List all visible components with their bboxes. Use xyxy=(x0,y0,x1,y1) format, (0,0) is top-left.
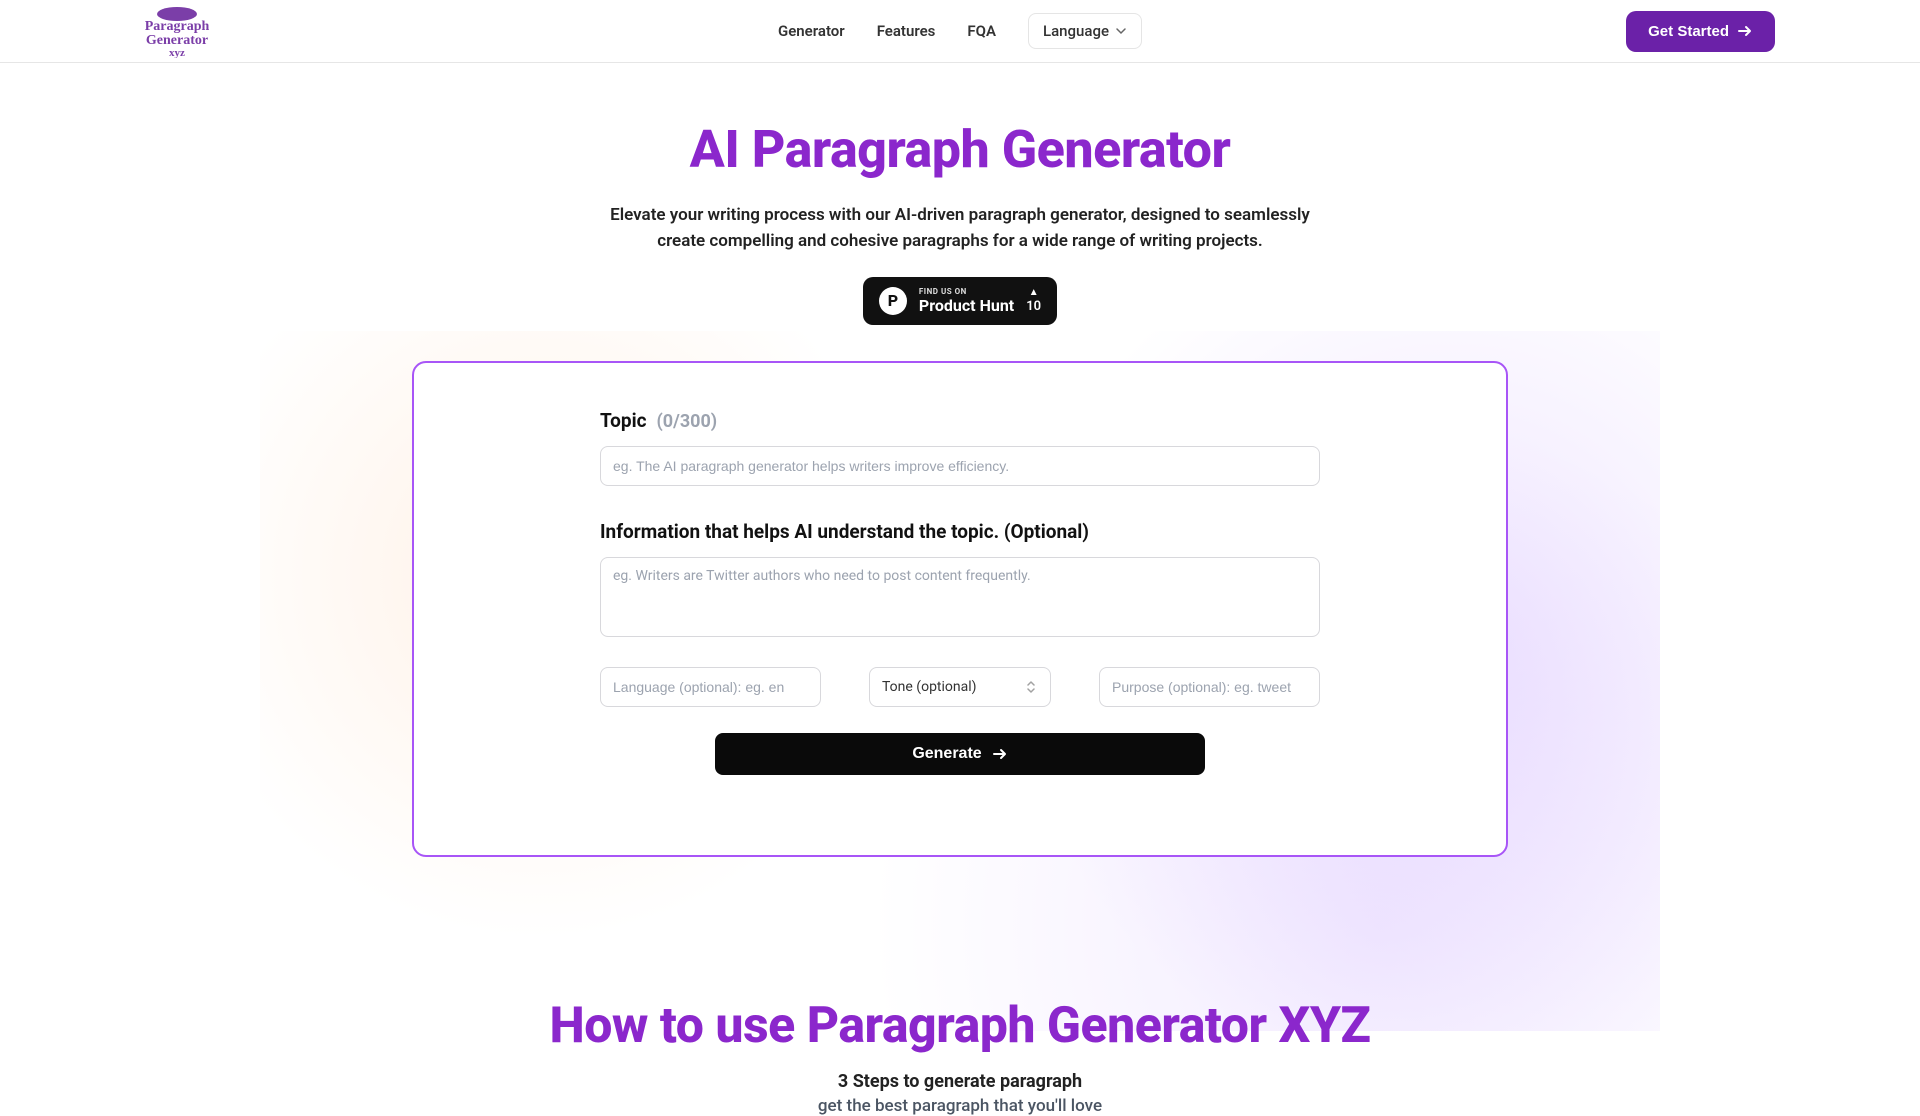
arrow-right-icon xyxy=(1737,23,1753,39)
product-hunt-badge[interactable]: P FIND US ON Product Hunt ▲ 10 xyxy=(863,277,1057,325)
svg-text:xyz: xyz xyxy=(169,47,185,58)
language-input[interactable] xyxy=(600,667,821,707)
options-row: Tone (optional) xyxy=(600,667,1320,707)
language-label: Language xyxy=(1043,22,1109,40)
info-label: Information that helps AI understand the… xyxy=(600,520,1320,543)
logo[interactable]: Paragraph Generator xyz xyxy=(145,4,215,58)
topic-input[interactable] xyxy=(600,446,1320,486)
ph-name: Product Hunt xyxy=(919,298,1014,314)
ph-find-us: FIND US ON xyxy=(919,288,1014,296)
nav-faq[interactable]: FQA xyxy=(967,22,996,40)
generate-button[interactable]: Generate xyxy=(715,733,1205,775)
ph-votes: ▲ 10 xyxy=(1026,288,1041,313)
tone-select-label: Tone (optional) xyxy=(882,679,977,695)
howto-sub1: 3 Steps to generate paragraph xyxy=(0,1071,1920,1092)
header: Paragraph Generator xyz Generator Featur… xyxy=(0,0,1920,63)
generate-label: Generate xyxy=(912,745,981,763)
howto-title: How to use Paragraph Generator XYZ xyxy=(0,997,1920,1055)
topic-label: Topic xyxy=(600,409,647,432)
chevron-up-down-icon xyxy=(1024,679,1038,695)
nav-generator[interactable]: Generator xyxy=(778,22,845,40)
get-started-button[interactable]: Get Started xyxy=(1626,11,1775,52)
svg-text:Generator: Generator xyxy=(146,33,208,48)
hero: AI Paragraph Generator Elevate your writ… xyxy=(0,63,1920,325)
ph-vote-count: 10 xyxy=(1026,300,1041,313)
topic-counter: (0/300) xyxy=(657,411,718,432)
generator-card: Topic (0/300) Information that helps AI … xyxy=(412,361,1508,857)
arrow-right-icon xyxy=(992,746,1008,762)
nav-features[interactable]: Features xyxy=(877,22,936,40)
tone-select[interactable]: Tone (optional) xyxy=(869,667,1051,707)
howto-sub2: get the best paragraph that you'll love xyxy=(0,1096,1920,1116)
hero-subtitle: Elevate your writing process with our AI… xyxy=(590,202,1330,255)
language-select[interactable]: Language xyxy=(1028,13,1142,49)
triangle-up-icon: ▲ xyxy=(1029,288,1039,298)
logo-icon: Paragraph Generator xyz xyxy=(145,4,209,58)
ph-text: FIND US ON Product Hunt xyxy=(919,288,1014,314)
info-textarea[interactable] xyxy=(600,557,1320,637)
product-hunt-icon: P xyxy=(879,287,907,315)
svg-text:Paragraph: Paragraph xyxy=(145,19,209,34)
purpose-input[interactable] xyxy=(1099,667,1320,707)
get-started-label: Get Started xyxy=(1648,23,1729,40)
howto-section: How to use Paragraph Generator XYZ 3 Ste… xyxy=(0,997,1920,1116)
nav-center: Generator Features FQA Language xyxy=(778,13,1142,49)
topic-label-row: Topic (0/300) xyxy=(600,409,1320,432)
chevron-down-icon xyxy=(1115,25,1127,37)
ph-left: P FIND US ON Product Hunt xyxy=(879,287,1014,315)
hero-title: AI Paragraph Generator xyxy=(0,119,1920,180)
content-wrap: Topic (0/300) Information that helps AI … xyxy=(0,361,1920,1116)
